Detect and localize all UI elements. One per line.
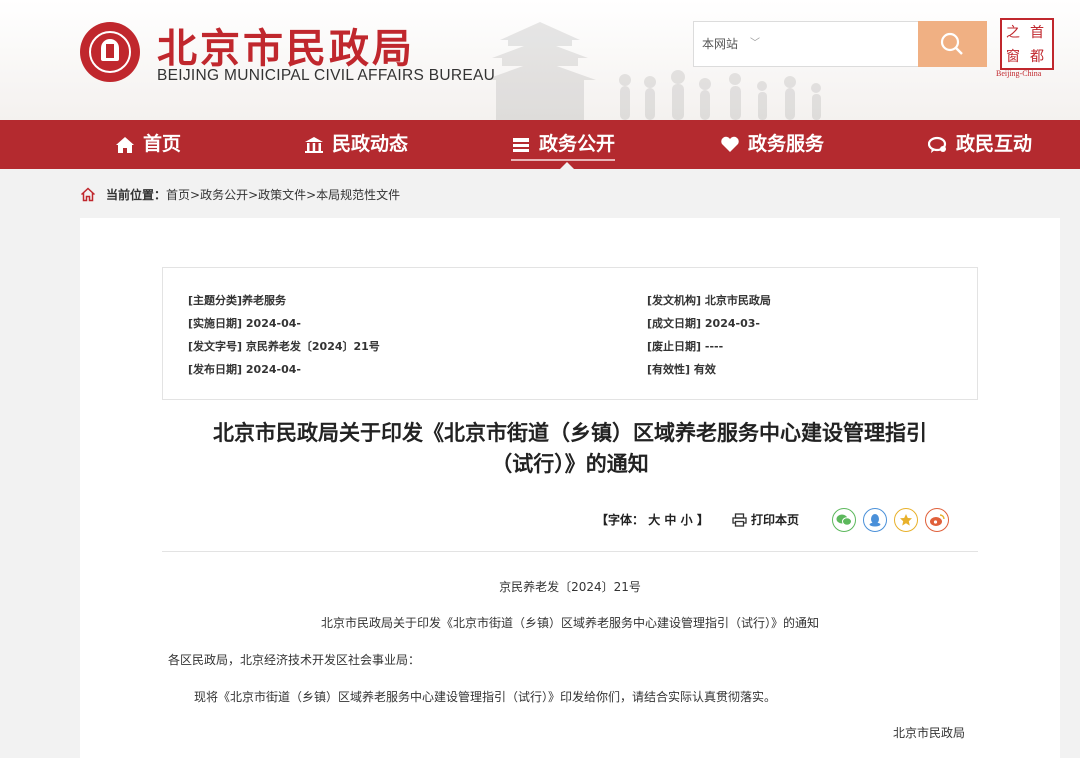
badge-char-4: 都 bbox=[1030, 49, 1044, 65]
search-input[interactable] bbox=[766, 22, 922, 68]
site-logo-subtitle: BEIJING MUNICIPAL CIVIL AFFAIRS BUREAU bbox=[157, 67, 496, 84]
body-salutation: 各区民政局，北京经济技术开发区社会事业局： bbox=[168, 653, 421, 667]
nav-item-label: 民政动态 bbox=[332, 133, 409, 155]
share-qq-button[interactable] bbox=[863, 508, 887, 532]
building-icon bbox=[304, 136, 324, 154]
site-header: 北京市民政局 BEIJING MUNICIPAL CIVIL AFFAIRS B… bbox=[0, 0, 1080, 120]
nav-item-label: 政民互动 bbox=[956, 133, 1033, 155]
meta-doc-number: [发文字号] 京民养老发〔2024〕21号 bbox=[188, 340, 380, 353]
qq-penguin-icon bbox=[869, 514, 881, 527]
site-logo-title[interactable]: 北京市民政局 bbox=[157, 16, 415, 74]
breadcrumb-path[interactable]: 首页>政务公开>政策文件>本局规范性文件 bbox=[166, 186, 400, 203]
breadcrumb-label: 当前位置： bbox=[106, 188, 167, 202]
heart-icon bbox=[720, 136, 740, 154]
nav-item-home[interactable]: 首页 bbox=[115, 120, 181, 169]
share-weibo-button[interactable] bbox=[925, 508, 949, 532]
weibo-icon bbox=[930, 514, 945, 526]
meta-issuer: [发文机构] 北京市民政局 bbox=[647, 294, 771, 307]
badge-char-3: 窗 bbox=[1006, 49, 1020, 65]
font-size-bracket: 】 bbox=[696, 513, 709, 527]
body-paragraph: 现将《北京市街道（乡镇）区域养老服务中心建设管理指引（试行）》印发给你们，请结合… bbox=[194, 690, 777, 704]
nav-item-label: 政务公开 bbox=[539, 133, 616, 155]
meta-effective-date: [实施日期] 2024-04- bbox=[188, 317, 301, 330]
body-doc-number: 京民养老发〔2024〕21号 bbox=[499, 580, 641, 594]
active-nav-caret bbox=[560, 162, 574, 169]
body-signature: 北京市民政局 bbox=[893, 726, 966, 740]
font-size-small-link[interactable]: 小 bbox=[681, 513, 693, 527]
article-title-line1: 北京市民政局关于印发《北京市街道（乡镇）区域养老服务中心建设管理指引 bbox=[213, 421, 927, 445]
article-title-line2: （试行）》的通知 bbox=[491, 452, 649, 476]
article-panel: [主题分类]养老服务 [发文机构] 北京市民政局 [实施日期] 2024-04-… bbox=[80, 218, 1060, 758]
meta-validity: [有效性] 有效 bbox=[647, 363, 716, 376]
breadcrumb: 当前位置： 首页>政务公开>政策文件>本局规范性文件 bbox=[80, 186, 400, 203]
meta-abolish-date: [废止日期] ---- bbox=[647, 340, 724, 353]
badge-char-2: 首 bbox=[1030, 25, 1044, 41]
home-outline-icon bbox=[80, 187, 96, 202]
font-size-controls: 【字体： 大 中 小 】 bbox=[596, 511, 709, 528]
search-icon bbox=[940, 32, 963, 55]
search-button[interactable] bbox=[918, 21, 987, 67]
font-size-label: 【字体： bbox=[596, 513, 645, 527]
list-icon bbox=[511, 136, 531, 154]
nav-item-services[interactable]: 政务服务 bbox=[720, 120, 824, 169]
nav-item-interaction[interactable]: 政民互动 bbox=[928, 120, 1032, 169]
badge-caption: Beijing-China bbox=[996, 69, 1042, 78]
share-wechat-button[interactable] bbox=[832, 508, 856, 532]
nav-item-label: 首页 bbox=[143, 133, 182, 155]
capital-window-badge[interactable]: 之 首 窗 都 bbox=[1000, 18, 1054, 70]
wechat-icon bbox=[836, 514, 852, 526]
star-icon bbox=[900, 514, 912, 526]
article-title: 北京市民政局关于印发《北京市街道（乡镇）区域养老服务中心建设管理指引 （试行）》… bbox=[80, 418, 1060, 480]
printer-icon bbox=[732, 512, 747, 527]
search-scope-label: 本网站 bbox=[702, 37, 739, 51]
font-size-medium-link[interactable]: 中 bbox=[664, 513, 676, 527]
search-scope-select[interactable]: 本网站 ﹀ bbox=[694, 22, 764, 66]
print-button[interactable]: 打印本页 bbox=[732, 511, 799, 528]
share-favorite-button[interactable] bbox=[894, 508, 918, 532]
print-label: 打印本页 bbox=[751, 513, 800, 527]
home-icon bbox=[115, 136, 135, 154]
meta-created-date: [成文日期] 2024-03- bbox=[647, 317, 760, 330]
meta-topic: [主题分类]养老服务 bbox=[188, 294, 287, 307]
font-size-large-link[interactable]: 大 bbox=[648, 513, 660, 527]
content-divider bbox=[162, 551, 978, 552]
body-heading: 北京市民政局关于印发《北京市街道（乡镇）区域养老服务中心建设管理指引（试行）》的… bbox=[320, 616, 819, 630]
chat-icon bbox=[928, 136, 948, 154]
search-box: 本网站 ﹀ bbox=[693, 21, 987, 68]
chevron-down-icon: ﹀ bbox=[750, 38, 760, 49]
meta-publish-date: [发布日期] 2024-04- bbox=[188, 363, 301, 376]
badge-char-1: 之 bbox=[1006, 25, 1020, 41]
nav-item-news[interactable]: 民政动态 bbox=[304, 120, 408, 169]
document-metadata-box: [主题分类]养老服务 [发文机构] 北京市民政局 [实施日期] 2024-04-… bbox=[162, 267, 978, 400]
nav-item-label: 政务服务 bbox=[748, 133, 825, 155]
main-nav: 首页 民政动态 政务公开 政务服务 政民互动 bbox=[0, 120, 1080, 169]
bureau-emblem-icon[interactable] bbox=[80, 22, 140, 82]
